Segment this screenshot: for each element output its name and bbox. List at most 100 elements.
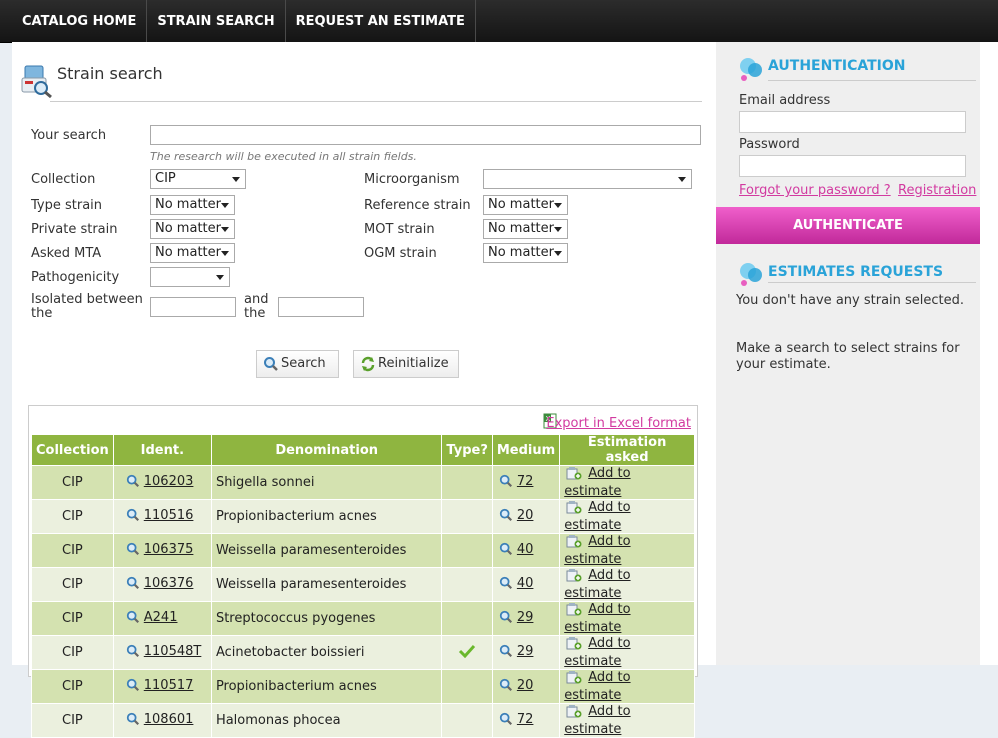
cell-medium: 29 [491,601,561,636]
isolated-from-input[interactable] [150,297,236,317]
strain-id-link[interactable]: 108601 [144,712,194,727]
and-the-text: the [244,306,266,321]
export-excel-link[interactable]: Export in Excel format [546,416,691,431]
your-search-label: Your search [31,128,107,143]
view-strain-icon[interactable] [126,610,140,628]
add-to-estimate-icon[interactable] [566,636,582,654]
results-table: Collection Ident. Denomination Type? Med… [31,434,695,738]
cell-ident: 108601 [112,703,212,738]
add-to-estimate-icon[interactable] [566,704,582,722]
nav-strain-search[interactable]: STRAIN SEARCH [147,0,286,42]
private-strain-select[interactable]: No matter [150,219,235,239]
ogm-strain-select[interactable]: No matter [483,243,568,263]
your-search-input[interactable] [150,125,701,145]
strain-id-link[interactable]: 106376 [144,576,194,591]
microorganism-select[interactable] [483,169,692,189]
estimates-title: ESTIMATES REQUESTS [768,264,944,280]
email-field[interactable] [739,111,966,133]
col-type[interactable]: Type? [441,434,493,466]
refresh-icon [360,356,376,382]
view-strain-icon[interactable] [126,678,140,696]
cell-collection: CIP [31,567,114,602]
estimates-bubble-icon [738,261,764,291]
authenticate-button[interactable]: AUTHENTICATE [716,207,980,244]
medium-link[interactable]: 29 [517,644,534,659]
asked-mta-select[interactable]: No matter [150,243,235,263]
isolated-between-text: Isolated between [31,292,143,307]
cell-type [441,703,493,738]
registration-link[interactable]: Registration [898,183,976,198]
add-to-estimate-icon[interactable] [566,534,582,552]
add-to-estimate-icon[interactable] [566,670,582,688]
add-to-estimate-icon[interactable] [566,602,582,620]
pathogenicity-label: Pathogenicity [31,270,120,285]
strain-id-link[interactable]: 110517 [144,678,194,693]
password-label: Password [739,137,800,152]
strain-id-link[interactable]: 110548T [144,644,202,659]
estimates-help-text: Make a search to select strains for your… [736,341,960,372]
cell-denomination: Halomonas phocea [210,703,443,738]
cell-medium: 72 [491,703,561,738]
nav-catalog-home[interactable]: CATALOG HOME [0,0,148,42]
title-divider [50,101,702,102]
view-medium-icon[interactable] [499,542,513,560]
cell-type [441,601,493,636]
cell-denomination: Weissella paramesenteroides [210,567,443,602]
top-navigation: CATALOG HOME STRAIN SEARCH REQUEST AN ES… [0,0,998,43]
isolated-to-input[interactable] [278,297,364,317]
medium-link[interactable]: 40 [517,542,534,557]
view-medium-icon[interactable] [499,712,513,730]
view-strain-icon[interactable] [126,712,140,730]
pathogenicity-select[interactable] [150,267,230,287]
col-medium[interactable]: Medium [491,434,561,466]
view-medium-icon[interactable] [499,474,513,492]
cell-estimation: Add to estimate [559,669,695,704]
mot-strain-select[interactable]: No matter [483,219,568,239]
cell-collection: CIP [31,703,114,738]
reference-strain-select[interactable]: No matter [483,195,568,215]
search-button[interactable]: Search [256,350,339,378]
forgot-password-link[interactable]: Forgot your password ? [739,183,891,198]
medium-link[interactable]: 29 [517,610,534,625]
cell-denomination: Streptococcus pyogenes [210,601,443,636]
strain-id-link[interactable]: 110516 [144,508,194,523]
medium-link[interactable]: 20 [517,508,534,523]
add-to-estimate-icon[interactable] [566,500,582,518]
medium-link[interactable]: 72 [517,712,534,727]
strain-id-link[interactable]: 106375 [144,542,194,557]
view-strain-icon[interactable] [126,508,140,526]
reinitialize-button[interactable]: Reinitialize [353,350,459,378]
mot-strain-label: MOT strain [364,222,435,237]
type-strain-select[interactable]: No matter [150,195,235,215]
view-strain-icon[interactable] [126,474,140,492]
cell-medium: 29 [491,635,561,670]
col-denomination[interactable]: Denomination [210,434,443,466]
collection-select[interactable]: CIP [150,169,246,189]
add-to-estimate-icon[interactable] [566,568,582,586]
password-field[interactable] [739,155,966,177]
results-panel: X Export in Excel format Collection Iden… [28,405,698,738]
table-row: CIP 108601 Halomonas phocea 72 Add to estima… [31,703,695,738]
view-medium-icon[interactable] [499,610,513,628]
strain-id-link[interactable]: A241 [144,610,178,625]
medium-link[interactable]: 72 [517,474,534,489]
col-estimation[interactable]: Estimation asked [559,434,695,466]
medium-link[interactable]: 40 [517,576,534,591]
cell-estimation: Add to estimate [559,703,695,738]
col-collection[interactable]: Collection [31,434,114,466]
add-to-estimate-icon[interactable] [566,466,582,484]
view-strain-icon[interactable] [126,576,140,594]
cell-estimation: Add to estimate [559,465,695,500]
nav-request-estimate[interactable]: REQUEST AN ESTIMATE [286,0,476,42]
medium-link[interactable]: 20 [517,678,534,693]
view-medium-icon[interactable] [499,678,513,696]
view-medium-icon[interactable] [499,644,513,662]
strain-id-link[interactable]: 106203 [144,474,194,489]
cell-estimation: Add to estimate [559,499,695,534]
view-strain-icon[interactable] [126,644,140,662]
view-medium-icon[interactable] [499,508,513,526]
type-strain-label: Type strain [31,198,103,213]
col-ident[interactable]: Ident. [112,434,212,466]
view-strain-icon[interactable] [126,542,140,560]
view-medium-icon[interactable] [499,576,513,594]
